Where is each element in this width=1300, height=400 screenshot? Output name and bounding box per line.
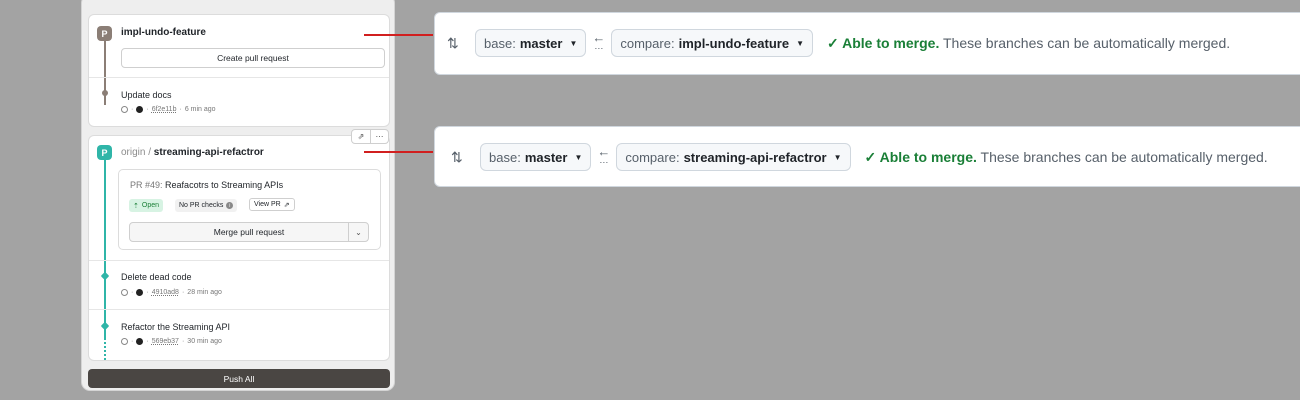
check-icon: ✓ Able to merge. [827, 34, 940, 51]
compare-icon: ⇅ [447, 34, 459, 51]
arrow-left-icon: ← ⋯ [597, 144, 611, 167]
pr-title-text: Reafacotrs to Streaming APIs [165, 180, 284, 190]
arrow-left-icon: ← ⋯ [592, 30, 606, 53]
pr-checks-badge: No PR checks i [175, 199, 238, 212]
compare-branch-select[interactable]: compare: streaming-api-refactror ▼ [616, 143, 851, 171]
remote-branch-card: ⇗ ⋯ P origin / streaming-api-refactror P… [88, 129, 390, 361]
pull-request-card: PR #49: Reafacotrs to Streaming APIs ⇡ O… [118, 169, 381, 250]
author-avatar [136, 106, 144, 113]
commit-sha-link[interactable]: 569eb37 [152, 338, 179, 345]
commit-title[interactable]: Delete dead code [121, 272, 192, 282]
merge-status: ✓ Able to merge. These branches can be a… [827, 35, 1230, 52]
commit-sha-link[interactable]: 6f2e11b [152, 106, 177, 113]
branch-line [104, 158, 106, 338]
remote-origin: origin / [121, 147, 152, 158]
base-value: master [524, 149, 568, 165]
caret-down-icon: ▼ [569, 38, 578, 48]
branch-actions: ⇗ ⋯ [351, 129, 389, 144]
ci-status-icon [121, 289, 128, 296]
branch-line-continuation [104, 338, 106, 360]
compare-label: compare: [625, 149, 680, 165]
pr-status-badge: ⇡ Open [129, 199, 163, 212]
merge-status-text: These branches can be automatically merg… [980, 148, 1268, 165]
divider [89, 309, 389, 310]
branch-name: impl-undo-feature [121, 27, 206, 38]
pr-number: PR #49: [130, 180, 163, 190]
view-pr-label: View PR [254, 201, 281, 208]
compare-value: impl-undo-feature [678, 35, 790, 51]
more-icon[interactable]: ⋯ [370, 130, 388, 143]
pr-checks-label: No PR checks [179, 202, 224, 209]
commit-meta: · · 569eb37 · 30 min ago [121, 338, 222, 345]
chevron-down-icon[interactable]: ⌄ [348, 223, 368, 241]
base-label: base: [489, 149, 521, 165]
ci-status-icon [121, 338, 128, 345]
commit-meta: · · 4910ad8 · 28 min ago [121, 289, 222, 296]
commit-title[interactable]: Refactor the Streaming API [121, 322, 230, 332]
divider [89, 260, 389, 261]
merge-status-text: These branches can be automatically merg… [942, 34, 1231, 51]
commit-age: 30 min ago [187, 338, 222, 345]
commit-age: 28 min ago [187, 289, 222, 296]
connector-line [364, 34, 433, 36]
branch-name: origin / streaming-api-refactror [121, 147, 264, 158]
external-link-icon: ⇗ [283, 201, 290, 209]
create-pull-request-button[interactable]: Create pull request [121, 48, 385, 68]
merge-pull-request-button[interactable]: Merge pull request ⌄ [129, 222, 369, 242]
local-branch-card: P impl-undo-feature Create pull request … [88, 14, 390, 127]
compare-icon: ⇅ [451, 148, 463, 165]
compare-label: compare: [620, 35, 675, 51]
ci-status-icon [121, 106, 128, 113]
merge-label: Merge pull request [213, 227, 285, 237]
base-label: base: [484, 35, 516, 51]
base-value: master [519, 35, 563, 51]
pr-title[interactable]: PR #49: Reafacotrs to Streaming APIs [130, 180, 283, 190]
compare-bar: ⇅ base: master ▼ ← ⋯ compare: streaming-a… [434, 126, 1300, 187]
remote-branch-name: streaming-api-refactror [153, 147, 264, 158]
external-link-icon[interactable]: ⇗ [352, 130, 370, 143]
caret-down-icon: ▼ [796, 38, 804, 48]
branch-panel: P impl-undo-feature Create pull request … [81, 0, 395, 391]
branch-icon: P [97, 145, 112, 160]
connector-line [364, 151, 433, 153]
commit-sha-link[interactable]: 4910ad8 [152, 289, 179, 296]
divider [89, 77, 389, 78]
compare-value: streaming-api-refactror [683, 149, 827, 165]
base-branch-select[interactable]: base: master ▼ [480, 143, 592, 171]
push-all-button[interactable]: Push All [88, 369, 390, 388]
commit-node [100, 271, 110, 281]
view-pr-button[interactable]: View PR ⇗ [249, 198, 295, 211]
pr-open-icon: ⇡ [133, 202, 139, 210]
check-icon: ✓ Able to merge. [864, 148, 977, 165]
base-branch-select[interactable]: base: master ▼ [475, 29, 587, 57]
commit-title[interactable]: Update docs [121, 90, 172, 100]
caret-down-icon: ▼ [833, 152, 842, 162]
commit-age: 6 min ago [184, 106, 216, 113]
author-avatar [136, 289, 144, 296]
commit-node [100, 321, 110, 331]
info-icon: i [226, 202, 234, 209]
branch-icon: P [97, 26, 112, 41]
commit-node [102, 90, 108, 96]
merge-status: ✓ Able to merge. These branches can be a… [865, 149, 1268, 166]
compare-branch-select[interactable]: compare: impl-undo-feature ▼ [611, 29, 813, 57]
pr-status-label: Open [141, 202, 159, 209]
compare-bar: ⇅ base: master ▼ ← ⋯ compare: impl-undo-f… [434, 12, 1300, 75]
author-avatar [136, 338, 144, 345]
commit-meta: · · 6f2e11b · 6 min ago [121, 106, 216, 113]
caret-down-icon: ▼ [574, 152, 583, 162]
